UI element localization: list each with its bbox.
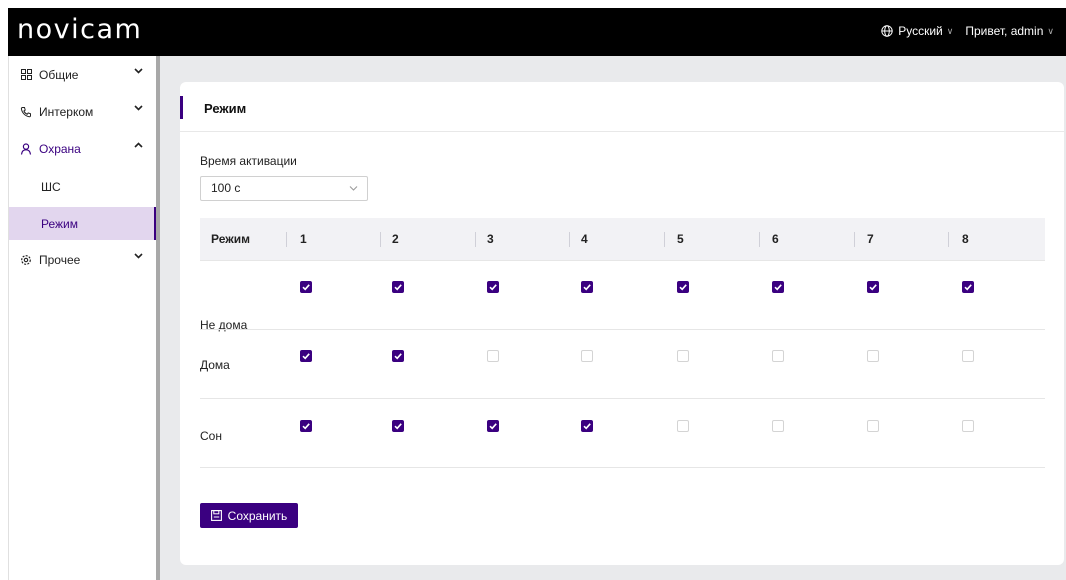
zone-checkbox[interactable] — [487, 281, 499, 293]
globe-icon — [881, 25, 893, 37]
chevron-down-icon: ∨ — [1047, 25, 1054, 36]
sidebar-item-security[interactable]: Охрана — [9, 130, 157, 167]
chevron-down-icon: ∨ — [946, 25, 954, 36]
zone-checkbox[interactable] — [487, 350, 499, 362]
sidebar: Общие Интерком Охрана ШС Режим Прочее — [8, 56, 157, 580]
save-label: Сохранить — [227, 508, 288, 523]
zone-checkbox[interactable] — [962, 350, 974, 362]
zone-checkbox[interactable] — [392, 281, 404, 293]
zone-checkbox[interactable] — [772, 420, 784, 432]
sidebar-item-label: Прочее — [39, 252, 81, 267]
sidebar-item-label: Интерком — [39, 104, 94, 119]
zone-checkbox[interactable] — [867, 350, 879, 362]
table-header: Режим 1 2 3 4 5 6 7 8 — [200, 218, 1045, 261]
zone-checkbox[interactable] — [867, 420, 879, 432]
sidebar-item-label: Общие — [39, 67, 79, 82]
top-bar: novicam Русский ∨ Привет, admin ∨ — [8, 8, 1066, 56]
sidebar-item-label: Охрана — [39, 141, 81, 156]
row-label: Сон — [200, 429, 222, 443]
column-header: 5 — [677, 232, 684, 246]
column-header: 7 — [867, 232, 874, 246]
column-separator — [569, 232, 570, 247]
activation-time-label: Время активации — [200, 154, 297, 168]
row-divider — [200, 467, 1045, 468]
column-header: Режим — [211, 232, 250, 246]
activation-time-value: 100 с — [211, 181, 241, 195]
zone-checkbox[interactable] — [300, 281, 312, 293]
column-separator — [664, 232, 665, 247]
column-header: 1 — [300, 232, 307, 246]
zone-checkbox[interactable] — [677, 420, 689, 432]
chevron-down-icon — [349, 177, 358, 208]
user-menu[interactable]: Привет, admin ∨ — [965, 24, 1054, 38]
zone-checkbox[interactable] — [300, 350, 312, 362]
title-accent — [180, 96, 183, 119]
chevron-down-icon — [134, 105, 143, 111]
column-header: 6 — [772, 232, 779, 246]
sidebar-subitem-mode[interactable]: Режим — [9, 207, 157, 240]
column-header: 8 — [962, 232, 969, 246]
zone-checkbox[interactable] — [487, 420, 499, 432]
zone-checkbox[interactable] — [581, 350, 593, 362]
phone-icon — [19, 106, 33, 118]
language-label: Русский — [898, 24, 943, 38]
row-divider — [200, 398, 1045, 399]
zone-checkbox[interactable] — [581, 281, 593, 293]
column-header: 4 — [581, 232, 588, 246]
gear-icon — [19, 254, 33, 266]
sidebar-subitem-label: ШС — [41, 179, 61, 194]
save-icon — [210, 510, 222, 521]
chevron-up-icon — [134, 142, 143, 148]
logo: novicam — [17, 14, 143, 45]
column-header: 3 — [487, 232, 494, 246]
column-separator — [286, 232, 287, 247]
language-selector[interactable]: Русский ∨ — [881, 24, 953, 38]
chevron-down-icon — [134, 253, 143, 259]
activation-time-select[interactable]: 100 с — [200, 176, 368, 201]
zone-checkbox[interactable] — [772, 350, 784, 362]
zone-checkbox[interactable] — [962, 420, 974, 432]
column-separator — [475, 232, 476, 247]
zone-checkbox[interactable] — [300, 420, 312, 432]
sidebar-subitem-label: Режим — [41, 216, 78, 231]
zone-checkbox[interactable] — [392, 350, 404, 362]
sidebar-item-intercom[interactable]: Интерком — [9, 93, 157, 130]
card-title: Режим — [204, 101, 247, 116]
user-greeting: Привет, admin — [965, 24, 1044, 38]
grid-icon — [19, 69, 33, 80]
row-label: Дома — [200, 358, 230, 372]
mode-card: Режим Время активации 100 с Режим 1 2 3 … — [180, 82, 1064, 565]
header-right: Русский ∨ Привет, admin ∨ — [881, 24, 1054, 38]
column-separator — [759, 232, 760, 247]
sidebar-subitem-zones[interactable]: ШС — [9, 170, 157, 203]
zone-checkbox[interactable] — [867, 281, 879, 293]
zone-checkbox[interactable] — [677, 350, 689, 362]
divider — [180, 131, 1064, 132]
save-button[interactable]: Сохранить — [200, 503, 298, 528]
column-separator — [948, 232, 949, 247]
column-separator — [854, 232, 855, 247]
zone-checkbox[interactable] — [962, 281, 974, 293]
sidebar-item-general[interactable]: Общие — [9, 56, 157, 93]
zone-checkbox[interactable] — [392, 420, 404, 432]
zone-checkbox[interactable] — [772, 281, 784, 293]
sidebar-item-other[interactable]: Прочее — [9, 241, 157, 278]
zone-checkbox[interactable] — [581, 420, 593, 432]
column-header: 2 — [392, 232, 399, 246]
column-separator — [380, 232, 381, 247]
user-icon — [19, 142, 33, 155]
row-divider — [200, 329, 1045, 330]
zone-checkbox[interactable] — [677, 281, 689, 293]
chevron-down-icon — [134, 68, 143, 74]
